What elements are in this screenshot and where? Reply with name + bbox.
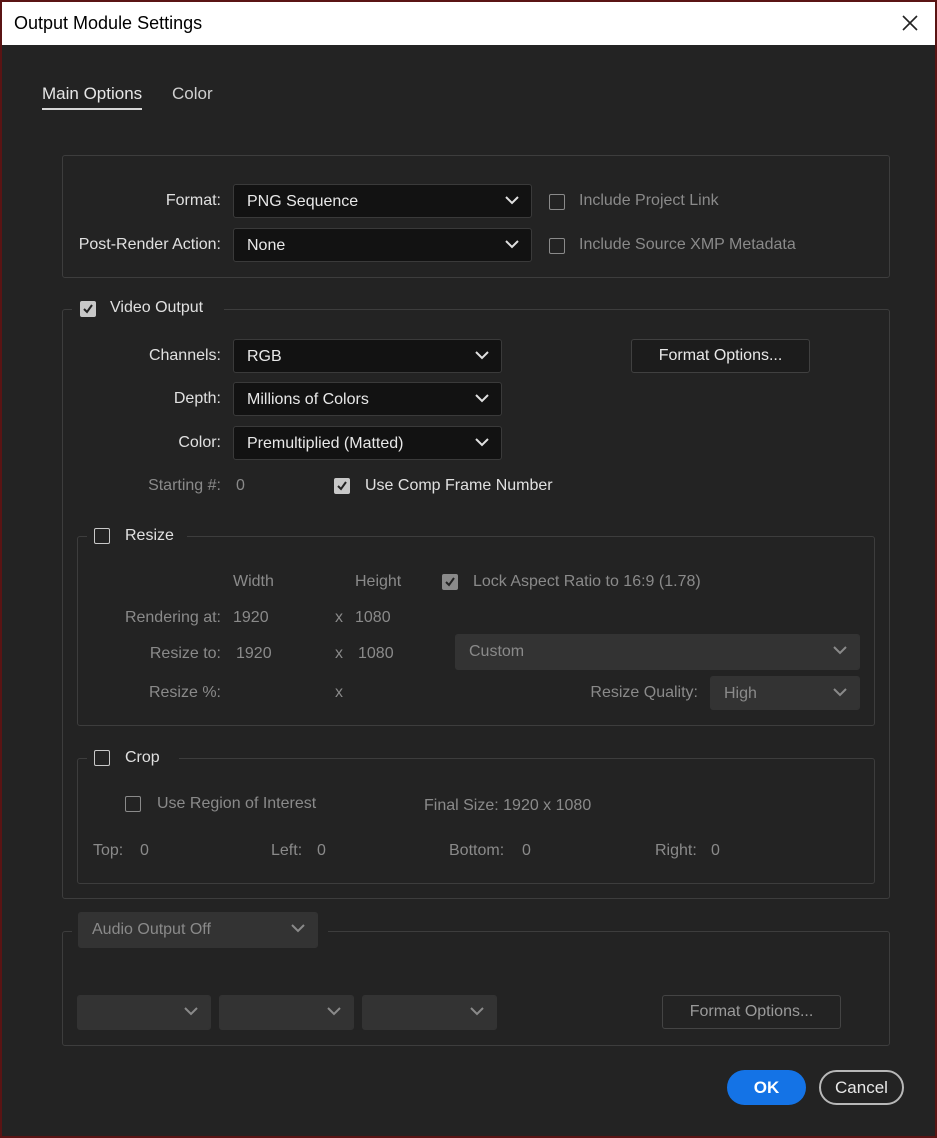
- resize-to-label: Resize to:: [149, 645, 221, 662]
- x-separator: x: [335, 645, 343, 662]
- rendering-at-label: Rendering at:: [124, 609, 221, 626]
- use-roi-checkbox[interactable]: [125, 796, 141, 812]
- audio-channels-dropdown[interactable]: [362, 995, 497, 1030]
- chevron-down-icon: [505, 196, 519, 205]
- height-header: Height: [355, 573, 402, 590]
- chevron-down-icon: [505, 240, 519, 249]
- audio-format-options-button[interactable]: Format Options...: [662, 995, 841, 1029]
- starting-number-label: Starting #:: [148, 477, 221, 494]
- lock-aspect-checkbox[interactable]: [442, 574, 458, 590]
- video-format-options-button[interactable]: Format Options...: [631, 339, 810, 373]
- starting-number-value[interactable]: 0: [236, 477, 245, 495]
- x-separator: x: [335, 684, 343, 701]
- rendering-width: 1920: [233, 609, 269, 626]
- format-dropdown[interactable]: PNG Sequence: [233, 184, 532, 218]
- title-bar: Output Module Settings: [2, 2, 935, 45]
- post-render-dropdown[interactable]: None: [233, 228, 532, 262]
- dialog-title: Output Module Settings: [14, 13, 203, 33]
- output-module-dialog: Output Module Settings Main Options Colo…: [2, 2, 935, 1136]
- chevron-down-icon: [475, 394, 489, 403]
- chevron-down-icon: [833, 688, 847, 697]
- include-xmp-checkbox[interactable]: [549, 238, 565, 254]
- depth-label: Depth:: [173, 390, 221, 407]
- crop-bottom-value[interactable]: 0: [522, 842, 531, 860]
- crop-checkbox[interactable]: [94, 750, 110, 766]
- resize-preset-dropdown[interactable]: Custom: [455, 634, 860, 670]
- chevron-down-icon: [470, 1007, 484, 1016]
- cancel-button[interactable]: Cancel: [819, 1070, 904, 1105]
- channels-value: RGB: [247, 348, 282, 365]
- depth-dropdown[interactable]: Millions of Colors: [233, 382, 502, 416]
- resize-label: Resize: [125, 527, 174, 544]
- crop-top-value[interactable]: 0: [140, 842, 149, 860]
- audio-sample-rate-dropdown[interactable]: [77, 995, 211, 1030]
- chevron-down-icon: [184, 1007, 198, 1016]
- include-xmp-label: Include Source XMP Metadata: [579, 236, 796, 253]
- audio-bit-depth-dropdown[interactable]: [219, 995, 354, 1030]
- crop-panel: [77, 758, 875, 884]
- include-project-link-label: Include Project Link: [579, 192, 719, 209]
- video-output-checkbox[interactable]: [80, 301, 96, 317]
- chevron-down-icon: [327, 1007, 341, 1016]
- format-value: PNG Sequence: [247, 193, 359, 210]
- post-render-value: None: [247, 237, 286, 254]
- resize-to-height[interactable]: 1080: [358, 645, 394, 663]
- chevron-down-icon: [475, 438, 489, 447]
- ok-button[interactable]: OK: [727, 1070, 806, 1105]
- resize-quality-label: Resize Quality:: [590, 684, 698, 701]
- crop-right-value[interactable]: 0: [711, 842, 720, 860]
- x-separator: x: [335, 609, 343, 626]
- resize-to-width[interactable]: 1920: [236, 645, 272, 663]
- lock-aspect-label: Lock Aspect Ratio to 16:9 (1.78): [473, 573, 701, 590]
- post-render-label: Post-Render Action:: [78, 236, 221, 253]
- resize-checkbox[interactable]: [94, 528, 110, 544]
- crop-top-label: Top:: [93, 842, 124, 859]
- color-dropdown[interactable]: Premultiplied (Matted): [233, 426, 502, 460]
- video-output-label: Video Output: [110, 299, 204, 316]
- audio-output-value: Audio Output Off: [92, 921, 211, 938]
- channels-label: Channels:: [148, 347, 221, 364]
- chevron-down-icon: [833, 646, 847, 655]
- checkmark-icon: [337, 481, 347, 491]
- checkmark-icon: [83, 304, 93, 314]
- chevron-down-icon: [475, 351, 489, 360]
- use-roi-label: Use Region of Interest: [157, 795, 317, 812]
- close-icon[interactable]: [895, 8, 925, 38]
- use-comp-frame-label: Use Comp Frame Number: [365, 477, 553, 494]
- crop-left-label: Left:: [271, 842, 303, 859]
- rendering-height: 1080: [355, 609, 391, 626]
- channels-dropdown[interactable]: RGB: [233, 339, 502, 373]
- include-project-link-checkbox[interactable]: [549, 194, 565, 210]
- color-label: Color:: [178, 434, 221, 451]
- tab-color[interactable]: Color: [172, 84, 213, 104]
- final-size-text: Final Size: 1920 x 1080: [424, 797, 592, 814]
- format-label: Format:: [165, 192, 221, 209]
- chevron-down-icon: [291, 924, 305, 933]
- resize-quality-dropdown[interactable]: High: [710, 676, 860, 710]
- crop-label: Crop: [125, 749, 160, 766]
- use-comp-frame-checkbox[interactable]: [334, 478, 350, 494]
- crop-right-label: Right:: [655, 842, 697, 859]
- color-value: Premultiplied (Matted): [247, 435, 404, 452]
- tab-main-options[interactable]: Main Options: [42, 84, 142, 104]
- audio-output-dropdown[interactable]: Audio Output Off: [78, 912, 318, 948]
- width-header: Width: [233, 573, 274, 590]
- resize-preset-value: Custom: [469, 643, 525, 660]
- crop-left-value[interactable]: 0: [317, 842, 326, 860]
- depth-value: Millions of Colors: [247, 391, 369, 408]
- checkmark-icon: [445, 577, 455, 587]
- resize-percent-label: Resize %:: [148, 684, 221, 701]
- active-tab-indicator: [42, 108, 142, 110]
- crop-bottom-label: Bottom:: [449, 842, 505, 859]
- resize-quality-value: High: [724, 685, 757, 702]
